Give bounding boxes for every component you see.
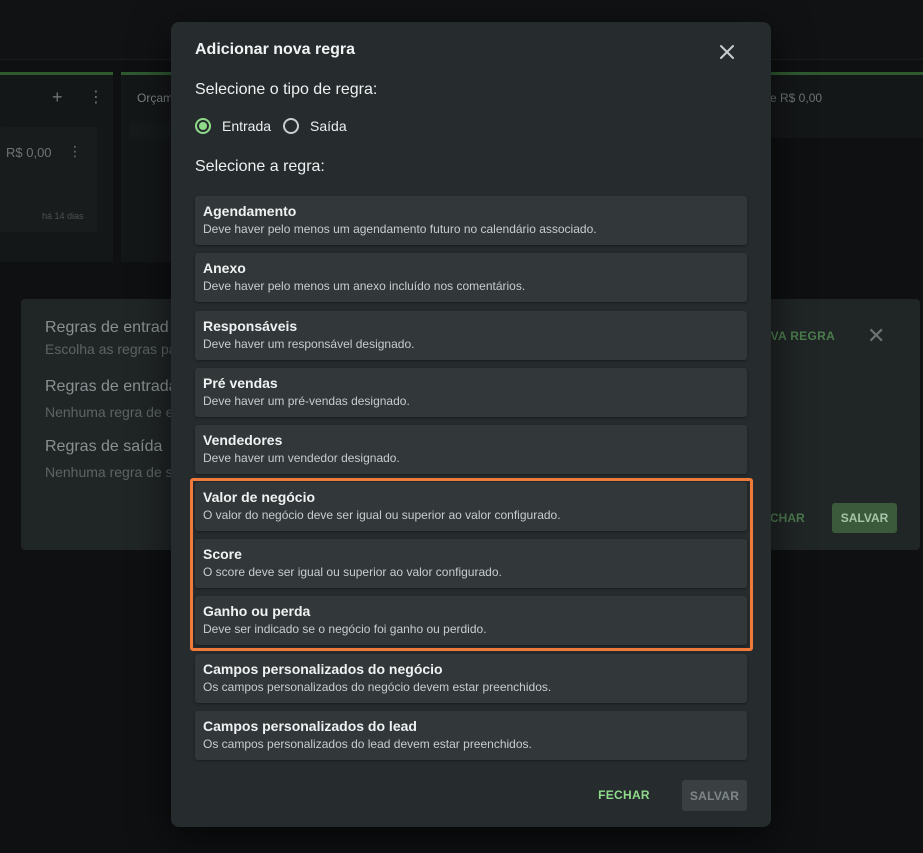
deal-card: R$ 0,00 ⋮ há 14 dias [0, 127, 97, 232]
new-rule-button: OVA REGRA [761, 329, 836, 343]
rule-description: Os campos personalizados do lead devem e… [203, 737, 532, 751]
panel-save-button: SALVAR [832, 503, 897, 533]
radio-selected-icon[interactable] [195, 118, 211, 134]
more-vert-icon: ⋮ [68, 143, 82, 159]
pipeline-column: e R$ 0,00 [770, 72, 923, 138]
rule-name: Valor de negócio [203, 489, 316, 505]
save-button[interactable]: SALVAR [682, 780, 747, 811]
column-total: e R$ 0,00 [770, 91, 823, 105]
deal-card-date: há 14 dias [42, 211, 84, 221]
close-button[interactable] [715, 40, 739, 64]
deal-card-price: R$ 0,00 [6, 145, 52, 160]
rule-option-agendamento[interactable]: Agendamento Deve haver pelo menos um age… [195, 196, 747, 245]
more-vert-icon: ⋮ [88, 89, 104, 106]
rule-type-radio-group: Entrada Saída [195, 118, 359, 134]
rule-name: Ganho ou perda [203, 603, 311, 619]
rule-type-label: Selecione o tipo de regra: [195, 81, 378, 98]
close-icon [720, 45, 734, 59]
entry-rules-title: Regras de entrada [45, 378, 178, 395]
exit-rules-empty: Nenhuma regra de s [45, 464, 173, 480]
rule-description: Deve haver um vendedor designado. [203, 451, 400, 465]
rule-option-responsaveis[interactable]: Responsáveis Deve haver um responsável d… [195, 311, 747, 360]
rule-option-valor-de-negocio[interactable]: Valor de negócio O valor do negócio deve… [195, 482, 747, 531]
radio-saida-label: Saída [310, 118, 347, 134]
rule-description: Deve haver pelo menos um agendamento fut… [203, 222, 597, 236]
rule-name: Pré vendas [203, 375, 278, 391]
panel-close-button: CHAR [770, 511, 805, 525]
rule-option-ganho-ou-perda[interactable]: Ganho ou perda Deve ser indicado se o ne… [195, 596, 747, 645]
rule-description: O valor do negócio deve ser igual ou sup… [203, 508, 561, 522]
rule-option-campos-lead[interactable]: Campos personalizados do lead Os campos … [195, 711, 747, 760]
column-header: + ⋮ [0, 75, 113, 121]
rule-option-vendedores[interactable]: Vendedores Deve haver um vendedor design… [195, 425, 747, 474]
rule-description: Deve haver um responsável designado. [203, 337, 415, 351]
radio-entrada-label: Entrada [222, 118, 272, 134]
rule-description: O score deve ser igual ou superior ao va… [203, 565, 502, 579]
radio-unselected-icon[interactable] [283, 118, 300, 134]
rule-description: Deve haver pelo menos um anexo incluído … [203, 279, 526, 293]
add-rule-dialog: Adicionar nova regra Selecione o tipo de… [171, 22, 771, 827]
entry-rules-empty: Nenhuma regra de e [45, 404, 174, 420]
rule-description: Os campos personalizados do negócio deve… [203, 680, 552, 694]
radio-saida[interactable]: Saída [283, 118, 347, 134]
rules-panel-subtitle: Escolha as regras pa [45, 341, 177, 357]
column-title: Orçam [137, 91, 173, 105]
rule-option-campos-negocio[interactable]: Campos personalizados do negócio Os camp… [195, 654, 747, 703]
rule-name: Score [203, 546, 242, 562]
rule-option-pre-vendas[interactable]: Pré vendas Deve haver um pré-vendas desi… [195, 368, 747, 417]
plus-icon: + [52, 87, 63, 107]
rule-name: Campos personalizados do lead [203, 718, 417, 734]
radio-entrada[interactable]: Entrada [195, 118, 271, 134]
exit-rules-title: Regras de saída [45, 438, 163, 455]
rule-option-score[interactable]: Score O score deve ser igual ou superior… [195, 539, 747, 588]
rules-panel-title: Regras de entrad [45, 319, 169, 336]
rule-select-label: Selecione a regra: [195, 158, 325, 175]
rule-description: Deve haver um pré-vendas designado. [203, 394, 410, 408]
pipeline-column: + ⋮ R$ 0,00 ⋮ há 14 dias [0, 72, 113, 262]
rule-description: Deve ser indicado se o negócio foi ganho… [203, 622, 487, 636]
rule-name: Campos personalizados do negócio [203, 661, 443, 677]
rule-name: Responsáveis [203, 318, 298, 334]
rule-name: Agendamento [203, 203, 297, 219]
rule-name: Vendedores [203, 432, 283, 448]
rule-option-anexo[interactable]: Anexo Deve haver pelo menos um anexo inc… [195, 253, 747, 302]
rule-name: Anexo [203, 260, 246, 276]
close-dialog-button[interactable]: FECHAR [590, 782, 658, 808]
dialog-title: Adicionar nova regra [195, 41, 356, 58]
close-icon: ✕ [867, 323, 886, 348]
